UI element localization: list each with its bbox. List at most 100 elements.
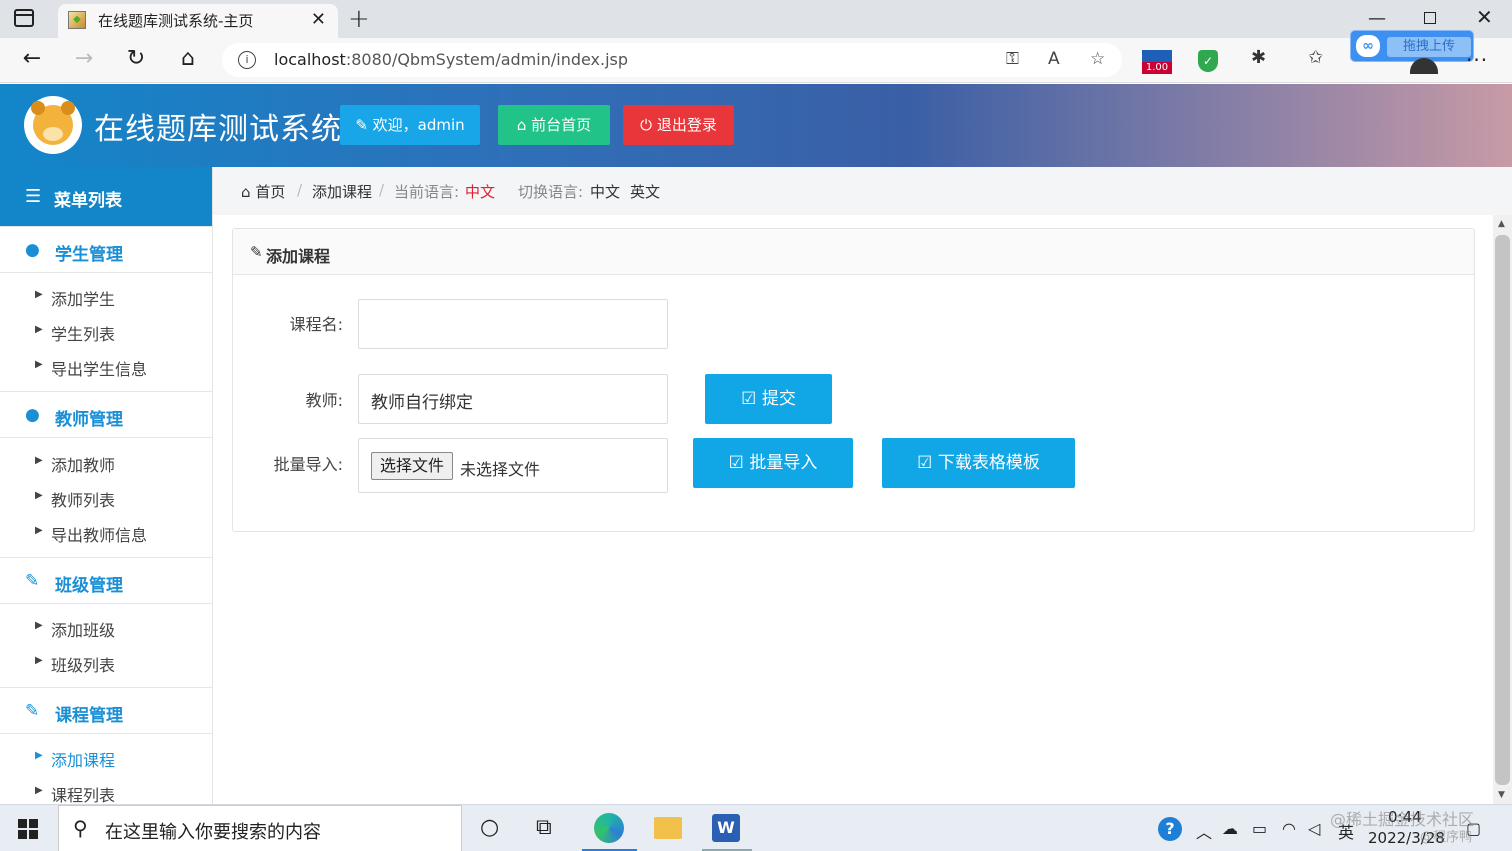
batch-import-button[interactable]: ☑ 批量导入 bbox=[693, 438, 853, 488]
check-square-icon: ☑ bbox=[728, 453, 744, 473]
sidebar: ☰ 菜单列表 ● 学生管理 ▶ 添加学生 ▶ 学生列表 ▶ 导出学生信息 ● 教师管理… bbox=[0, 167, 213, 804]
key-icon[interactable]: ⚿ bbox=[1006, 49, 1019, 69]
extensions-icon[interactable]: ✱ bbox=[1251, 47, 1266, 68]
cloud-icon: ∞ bbox=[1356, 35, 1380, 57]
current-language-label: 当前语言: bbox=[394, 183, 460, 201]
windows-start-icon[interactable] bbox=[18, 819, 38, 839]
file-input[interactable]: 选择文件 未选择文件 bbox=[358, 438, 668, 493]
bear-logo-icon bbox=[24, 96, 82, 154]
front-page-button[interactable]: ⌂ 前台首页 bbox=[498, 105, 610, 145]
search-icon: ⚲ bbox=[73, 816, 88, 840]
logout-button[interactable]: ⏻ 退出登录 bbox=[623, 105, 734, 145]
scroll-up-icon[interactable]: ▲ bbox=[1498, 219, 1505, 229]
word-icon[interactable]: W bbox=[712, 814, 740, 842]
file-explorer-icon[interactable] bbox=[654, 817, 682, 839]
file-status: 未选择文件 bbox=[460, 460, 541, 479]
zoom-extension-icon[interactable]: 1.00 bbox=[1142, 50, 1172, 74]
browser-tab[interactable]: ◆ 在线题库测试系统-主页 ✕ bbox=[58, 4, 338, 38]
more-menu-icon[interactable]: ··· bbox=[1466, 48, 1488, 72]
switch-language-en[interactable]: 英文 bbox=[630, 181, 660, 202]
forward-icon[interactable]: → bbox=[70, 46, 98, 71]
onedrive-icon[interactable]: ☁ bbox=[1222, 819, 1238, 838]
sidebar-item-class-list[interactable]: ▶ 班级列表 bbox=[0, 646, 212, 681]
watermark-2: @程序鸭 bbox=[1420, 830, 1473, 845]
edit-icon: ✎ bbox=[25, 571, 40, 591]
read-aloud-icon[interactable]: A bbox=[1048, 49, 1060, 69]
edit-icon: ✎ bbox=[25, 701, 40, 721]
maximize-icon[interactable] bbox=[1424, 12, 1436, 24]
section-course[interactable]: ✎ 课程管理 bbox=[0, 687, 212, 734]
taskbar-search[interactable]: ⚲ 在这里输入你要搜索的内容 bbox=[58, 805, 462, 851]
sidebar-item-add-course[interactable]: ▶ 添加课程 bbox=[0, 741, 212, 776]
scroll-thumb[interactable] bbox=[1495, 235, 1510, 785]
scroll-down-icon[interactable]: ▼ bbox=[1498, 790, 1505, 800]
menu-header: ☰ 菜单列表 bbox=[0, 167, 212, 226]
sidebar-item-student-list[interactable]: ▶ 学生列表 bbox=[0, 315, 212, 350]
home-icon: ⌂ bbox=[516, 116, 527, 134]
favorites-icon[interactable]: ✩ bbox=[1308, 47, 1323, 68]
add-favorite-icon[interactable]: ☆ bbox=[1090, 49, 1105, 69]
power-icon: ⏻ bbox=[640, 116, 653, 134]
sidebar-item-add-class[interactable]: ▶ 添加班级 bbox=[0, 611, 212, 646]
current-language-value: 中文 bbox=[465, 183, 496, 201]
section-teacher[interactable]: ● 教师管理 bbox=[0, 391, 212, 438]
batch-import-label: 批量导入: bbox=[273, 455, 343, 474]
shield-extension-icon[interactable]: ✓ bbox=[1198, 50, 1218, 72]
address-bar-row: ← → ↻ ⌂ i localhost:8080/QbmSystem/admin… bbox=[0, 38, 1512, 83]
task-view-icon[interactable]: ⧉ bbox=[536, 815, 552, 840]
course-name-input[interactable] bbox=[358, 299, 668, 349]
home-icon: ⌂ bbox=[241, 183, 251, 201]
tab-close-icon[interactable]: ✕ bbox=[311, 9, 326, 30]
section-student[interactable]: ● 学生管理 bbox=[0, 226, 212, 273]
switch-language-label: 切换语言: bbox=[518, 183, 584, 201]
list-icon: ☰ bbox=[25, 186, 42, 207]
user-icon: ● bbox=[25, 240, 40, 260]
app-title: 在线题库测试系统 bbox=[94, 112, 342, 147]
taskbar-search-placeholder: 在这里输入你要搜索的内容 bbox=[105, 822, 321, 843]
vertical-scrollbar[interactable]: ▲ ▼ bbox=[1493, 215, 1512, 804]
submit-button[interactable]: ☑ 提交 bbox=[705, 374, 832, 424]
download-template-button[interactable]: ☑ 下载表格模板 bbox=[882, 438, 1075, 488]
drag-upload-widget[interactable]: ∞ 拖拽上传 bbox=[1350, 30, 1474, 62]
edit-icon: ✎ bbox=[250, 243, 263, 261]
help-icon[interactable]: ? bbox=[1158, 817, 1182, 841]
teacher-input[interactable]: 教师自行绑定 bbox=[358, 374, 668, 424]
sidebar-item-export-students[interactable]: ▶ 导出学生信息 bbox=[0, 350, 212, 385]
welcome-button[interactable]: ✎ 欢迎，admin bbox=[340, 105, 480, 145]
wifi-icon[interactable]: ◠ bbox=[1282, 819, 1296, 838]
refresh-icon[interactable]: ↻ bbox=[122, 46, 150, 71]
minimize-icon[interactable]: — bbox=[1368, 8, 1386, 29]
sidebar-item-teacher-list[interactable]: ▶ 教师列表 bbox=[0, 481, 212, 516]
breadcrumb-home[interactable]: ⌂ 首页 bbox=[241, 181, 285, 202]
volume-icon[interactable]: ◁ bbox=[1308, 819, 1320, 838]
window-close-icon[interactable]: ✕ bbox=[1476, 5, 1493, 29]
sidebar-item-add-student[interactable]: ▶ 添加学生 bbox=[0, 280, 212, 315]
choose-file-button[interactable]: 选择文件 bbox=[371, 452, 454, 480]
tab-actions-icon[interactable] bbox=[14, 9, 34, 27]
tray-expand-icon[interactable]: ︿ bbox=[1196, 819, 1212, 843]
windows-taskbar: ⚲ 在这里输入你要搜索的内容 ○ ⧉ W ? ︿ ☁ ▭ ◠ ◁ 英 0:44 … bbox=[0, 804, 1512, 851]
home-icon[interactable]: ⌂ bbox=[174, 46, 202, 71]
battery-icon[interactable]: ▭ bbox=[1252, 819, 1267, 838]
wrench-icon: ✎ bbox=[355, 116, 368, 134]
check-square-icon: ☑ bbox=[917, 453, 933, 473]
sidebar-item-course-list[interactable]: ▶ 课程列表 bbox=[0, 776, 212, 804]
main-content: ✎ 添加课程 课程名: 教师: 教师自行绑定 ☑ 提交 批量导入: 选择文件 未… bbox=[213, 215, 1493, 804]
breadcrumb: ⌂ 首页 / 添加课程 / 当前语言: 中文 切换语言: 中文 英文 bbox=[213, 167, 1512, 215]
sidebar-item-add-teacher[interactable]: ▶ 添加教师 bbox=[0, 446, 212, 481]
cortana-icon[interactable]: ○ bbox=[480, 815, 499, 840]
url-text: localhost:8080/QbmSystem/admin/index.jsp bbox=[274, 50, 629, 69]
browser-tabstrip: ◆ 在线题库测试系统-主页 ✕ + — ✕ bbox=[0, 0, 1512, 38]
edge-icon[interactable] bbox=[594, 813, 624, 843]
sidebar-item-export-teachers[interactable]: ▶ 导出教师信息 bbox=[0, 516, 212, 551]
new-tab-icon[interactable]: + bbox=[348, 4, 370, 34]
tab-title: 在线题库测试系统-主页 bbox=[98, 12, 254, 30]
section-class[interactable]: ✎ 班级管理 bbox=[0, 557, 212, 604]
back-icon[interactable]: ← bbox=[18, 46, 46, 71]
site-info-icon[interactable]: i bbox=[238, 51, 256, 69]
user-icon: ● bbox=[25, 405, 40, 425]
add-course-panel: ✎ 添加课程 课程名: 教师: 教师自行绑定 ☑ 提交 批量导入: 选择文件 未… bbox=[232, 228, 1475, 532]
app-header: 在线题库测试系统 ✎ 欢迎，admin ⌂ 前台首页 ⏻ 退出登录 bbox=[0, 84, 1512, 167]
url-field[interactable]: i localhost:8080/QbmSystem/admin/index.j… bbox=[222, 43, 1122, 77]
switch-language-zh[interactable]: 中文 bbox=[590, 181, 620, 202]
